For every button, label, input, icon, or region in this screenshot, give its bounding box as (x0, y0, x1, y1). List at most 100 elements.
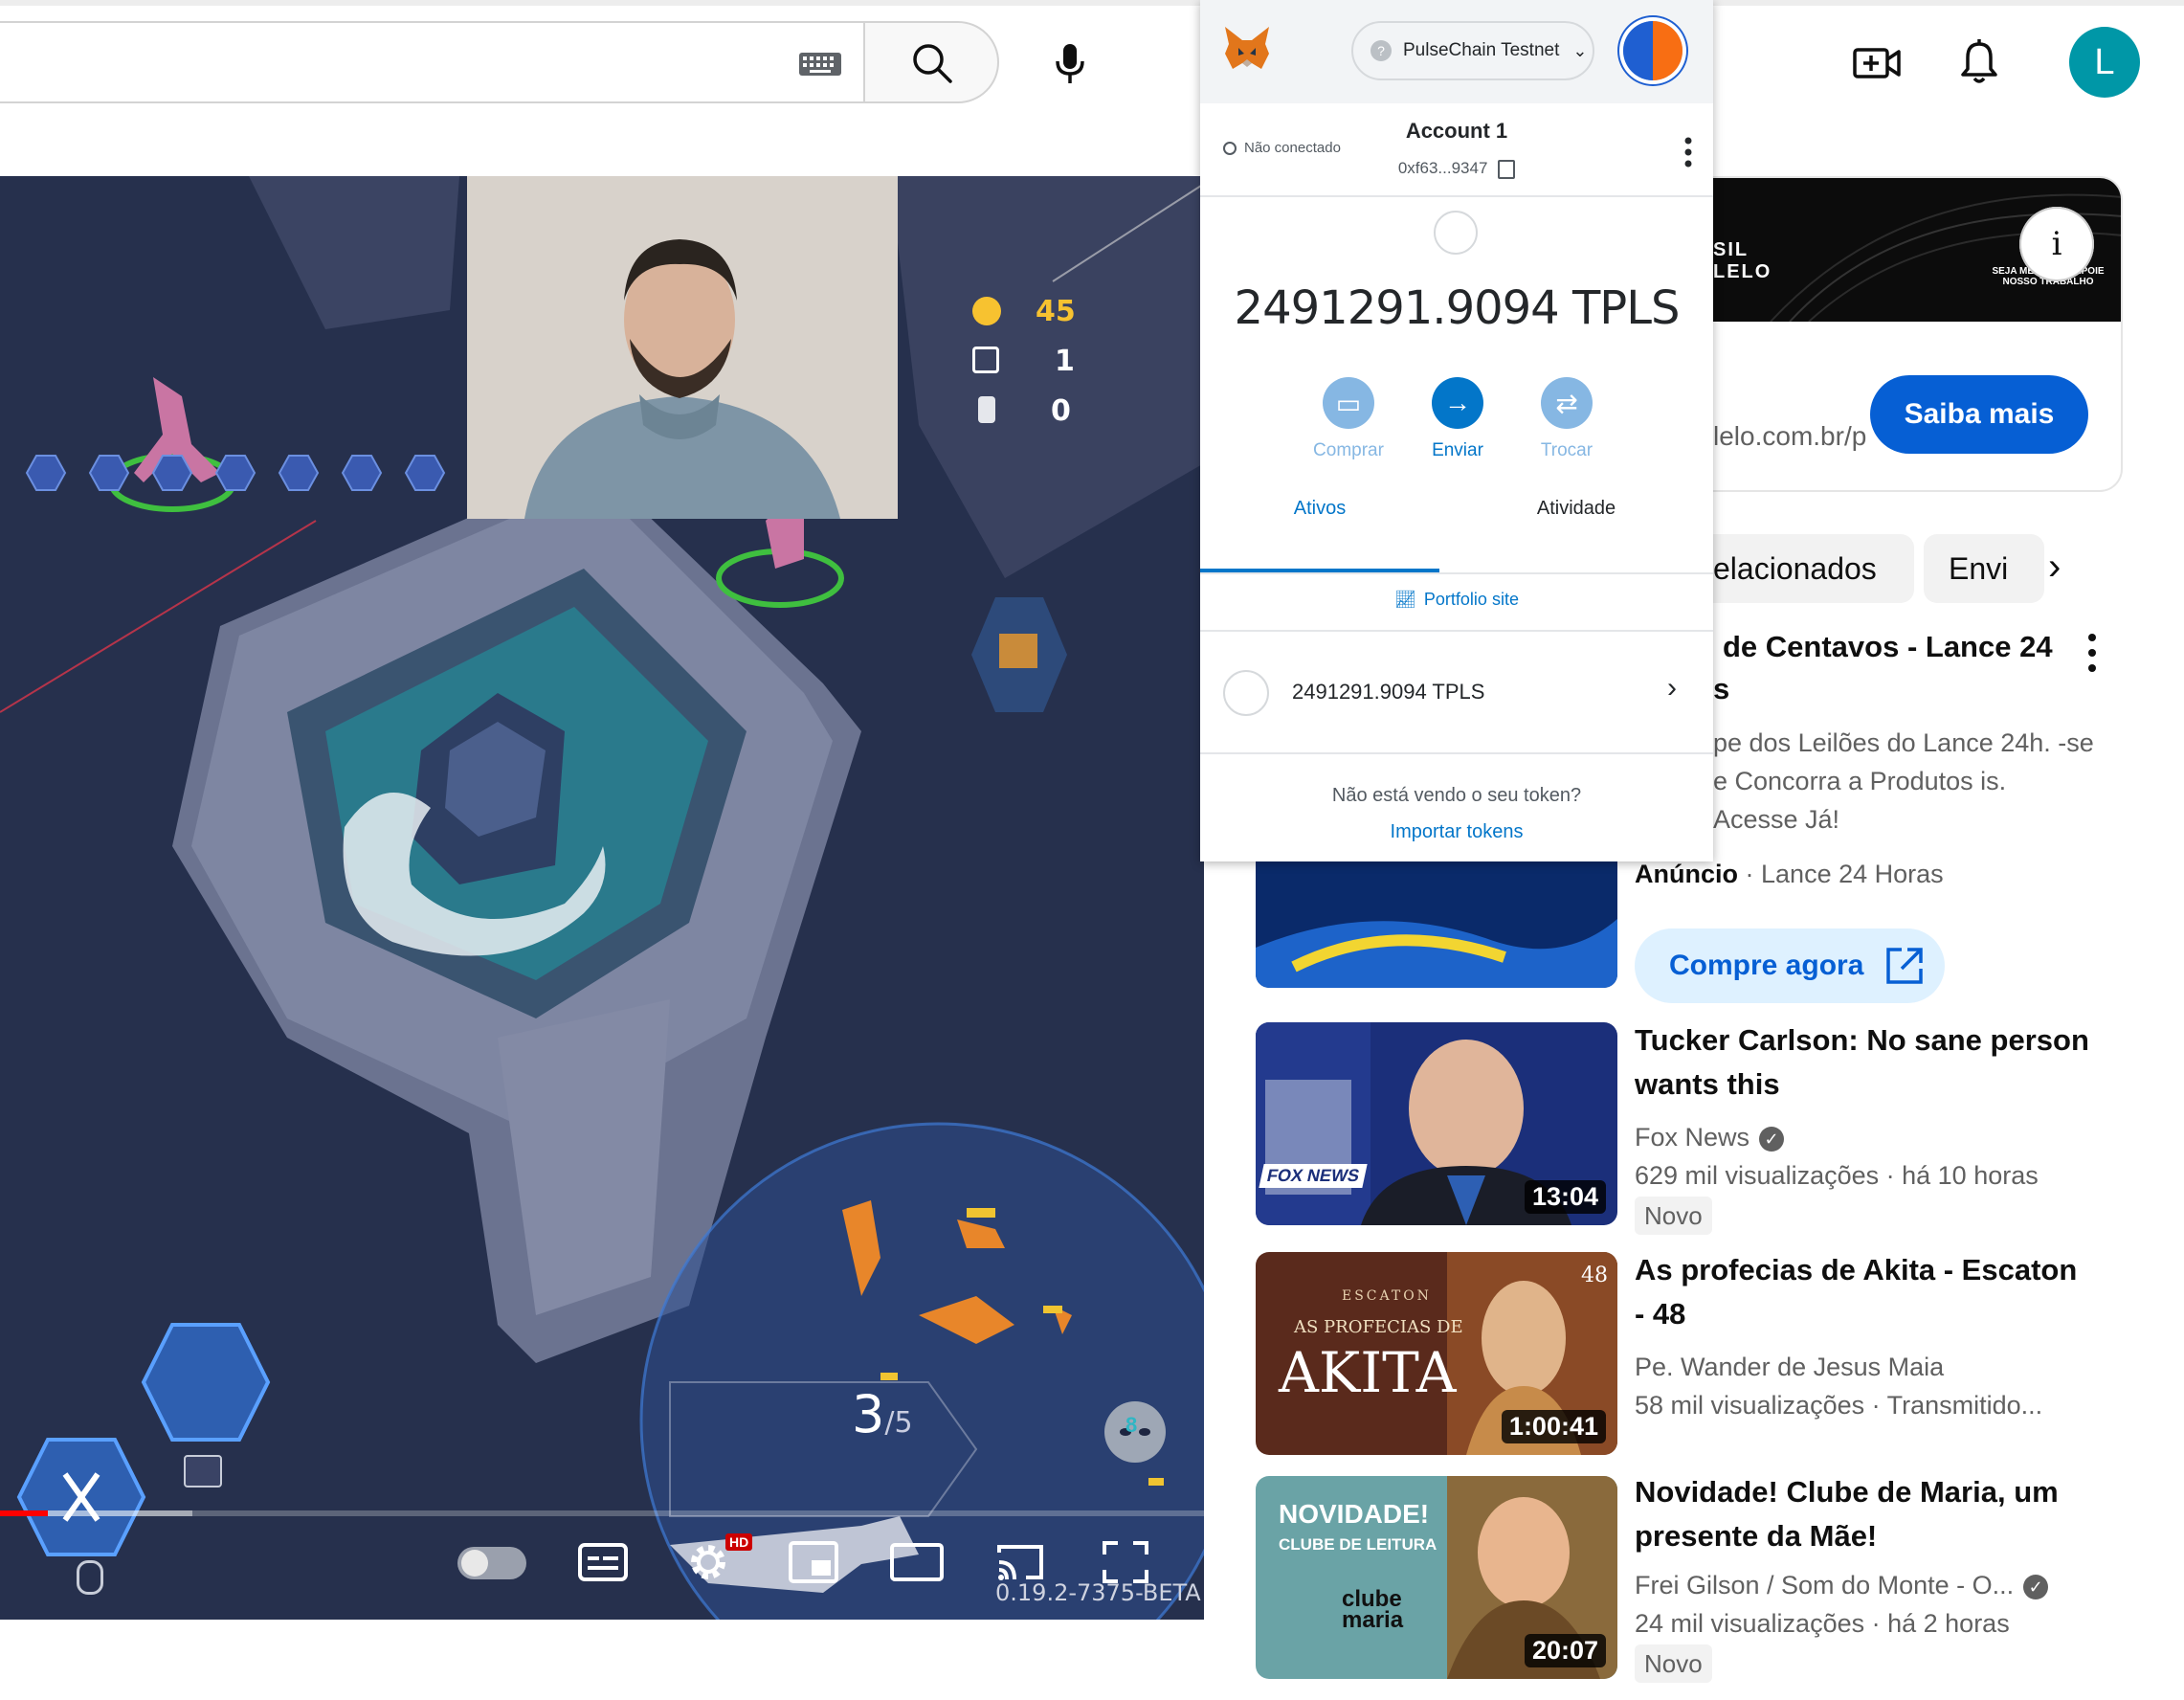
video-3-thumb-text: NOVIDADE! (1279, 1499, 1430, 1529)
video-2-title[interactable]: As profecias de Akita - Escaton - 48 (1635, 1248, 2094, 1336)
account-options-icon[interactable] (1679, 136, 1698, 168)
copy-icon[interactable] (1498, 159, 1516, 179)
video-thumbnail-2[interactable]: ESCATON AS PROFECIAS DE AKITA 48 1:00:41 (1256, 1252, 1617, 1455)
ad-url[interactable]: lelo.com.br/p (1713, 421, 1866, 452)
ad-advertiser: Lance 24 Horas (1761, 860, 1944, 888)
coin-count: 45 (1036, 295, 1076, 328)
portfolio-label: Portfolio site (1423, 590, 1519, 609)
asset-token-icon (1223, 670, 1269, 716)
wave-total: /5 (884, 1406, 913, 1440)
hd-badge: HD (725, 1533, 753, 1551)
video-3-channel: Frei Gilson / Som do Monte - O... (1635, 1571, 2015, 1599)
video-2-age: Transmitido... (1886, 1391, 2043, 1420)
video-1-stats: 629 mil visualizações · há 10 horas (1635, 1161, 2039, 1190)
account-identicon[interactable] (1623, 21, 1683, 80)
video-player[interactable]: 45 1 0 3/5 8 HD 0.19.2-7375-BETA (0, 176, 1204, 1620)
send-button[interactable]: → Enviar (1405, 377, 1510, 461)
search-input[interactable] (0, 21, 863, 103)
account-avatar[interactable]: L (2069, 27, 2140, 98)
video-1-views: 629 mil visualizações (1635, 1161, 1880, 1190)
theater-mode-button[interactable] (888, 1533, 946, 1591)
ad-thumbnail[interactable] (1256, 861, 1617, 988)
barrel-count: 0 (1051, 394, 1071, 428)
chevron-right-icon[interactable]: › (1667, 672, 1677, 705)
portfolio-link[interactable]: 📈︎ Portfolio site (1200, 590, 1713, 610)
chevron-right-icon[interactable]: › (2048, 546, 2090, 599)
video-1-channel: Fox News (1635, 1123, 1750, 1152)
video-3-thumb-sub: CLUBE DE LEITURA (1279, 1535, 1437, 1554)
video-2-thumb-num: 48 (1581, 1264, 1608, 1287)
account-name[interactable]: Account 1 (1200, 119, 1713, 144)
video-3-title[interactable]: Novidade! Clube de Maria, um presente da… (1635, 1470, 2094, 1558)
mouse-icon (77, 1560, 103, 1595)
buy-now-button[interactable]: Compre agora (1635, 928, 1945, 1003)
progress-played (0, 1510, 48, 1516)
video-plus-icon (1853, 48, 1901, 78)
voice-search-button[interactable] (1034, 27, 1106, 100)
video-thumbnail-1[interactable]: FOX NEWS 13:04 (1256, 1022, 1617, 1225)
network-name: PulseChain Testnet (1403, 40, 1560, 60)
tab-assets[interactable]: Ativos (1200, 498, 1439, 520)
network-selector[interactable]: ? PulseChain Testnet ⌄ (1351, 21, 1594, 80)
video-2-duration: 1:00:41 (1501, 1410, 1606, 1443)
ad-banner[interactable]: SILLELO SEJA MEMBRO E APOIE NOSSO TRABAL… (1713, 178, 2121, 322)
divider (1200, 195, 1713, 197)
send-label: Enviar (1432, 440, 1483, 460)
video-1-age: há 10 horas (1902, 1161, 2039, 1190)
chart-icon: 📈︎ (1394, 590, 1416, 609)
top-border (0, 0, 2184, 6)
video-2-channel[interactable]: Pe. Wander de Jesus Maia (1635, 1348, 2104, 1386)
create-video-button[interactable] (1849, 34, 1906, 92)
upgrade-icon[interactable] (184, 1455, 222, 1488)
video-thumbnail-3[interactable]: NOVIDADE! CLUBE DE LEITURA clube maria 2… (1256, 1476, 1617, 1679)
autoplay-toggle[interactable] (457, 1547, 526, 1579)
token-icon (1434, 211, 1478, 255)
video-3-stats: 24 mil visualizações · há 2 horas (1635, 1609, 2010, 1638)
gear-icon (691, 1545, 725, 1579)
account-balance: 2491291.9094 TPLS (1234, 281, 1681, 335)
arrow-right-icon: → (1432, 377, 1483, 429)
bell-icon (1961, 39, 1997, 83)
video-1-channel-row[interactable]: Fox News ✓ (1635, 1118, 2104, 1156)
account-address[interactable]: 0xf63...9347 (1200, 159, 1713, 179)
buy-button[interactable]: ▭ Comprar (1296, 377, 1401, 461)
barrel-icon (978, 396, 995, 423)
video-2-thumb-sub: AS PROFECIAS DE (1294, 1317, 1463, 1337)
external-link-icon (1886, 948, 1924, 984)
wave-current: 3 (852, 1384, 885, 1444)
fullscreen-icon (1103, 1541, 1148, 1583)
ad-banner-line2: LELO (1713, 261, 1772, 282)
ad-title-line2[interactable]: s (1713, 672, 1729, 706)
sponsored-label: Anúncio (1635, 860, 1738, 888)
video-2-stats: 58 mil visualizações · Transmitido... (1635, 1391, 2043, 1420)
asset-balance[interactable]: 2491291.9094 TPLS (1292, 680, 1484, 705)
notifications-button[interactable] (1950, 34, 2008, 92)
theater-icon (890, 1543, 944, 1581)
video-3-thumb-logo: clube maria (1342, 1586, 1404, 1633)
video-1-thumb-text: FOX NEWS (1259, 1164, 1368, 1188)
learn-more-button[interactable]: Saiba mais (1870, 375, 2088, 454)
sponsored-ad-card[interactable]: SILLELO SEJA MEMBRO E APOIE NOSSO TRABAL… (1713, 176, 2123, 492)
info-icon[interactable]: i (2019, 207, 2094, 281)
account-address-text: 0xf63...9347 (1397, 159, 1488, 177)
video-3-channel-row[interactable]: Frei Gilson / Som do Monte - O... ✓ (1635, 1566, 2104, 1604)
tab-activity[interactable]: Atividade (1439, 498, 1713, 520)
keyboard-icon[interactable] (798, 52, 842, 77)
video-1-title[interactable]: Tucker Carlson: No sane person wants thi… (1635, 1018, 2094, 1107)
video-2-thumb-text: AKITA (1279, 1340, 1457, 1405)
check-count: 1 (1055, 345, 1075, 378)
swap-button[interactable]: ⇄ Trocar (1514, 377, 1619, 461)
more-options-icon[interactable] (2083, 632, 2102, 674)
chip-related[interactable]: elacionados (1704, 534, 1914, 603)
webcam-overlay (467, 176, 898, 519)
miniplayer-button[interactable] (785, 1533, 842, 1591)
ad-banner-text: SIL LELO (1713, 239, 1772, 283)
ad-title[interactable]: de Centavos - Lance 24 (1723, 630, 2053, 664)
chip-envi[interactable]: Envi (1924, 534, 2044, 603)
buy-label: Comprar (1313, 440, 1384, 460)
subtitles-button[interactable] (574, 1533, 632, 1591)
import-tokens-link[interactable]: Importar tokens (1200, 821, 1713, 843)
search-button[interactable] (863, 21, 999, 103)
metamask-fox-icon[interactable] (1221, 25, 1273, 75)
video-3-new-badge: Novo (1635, 1644, 1712, 1683)
